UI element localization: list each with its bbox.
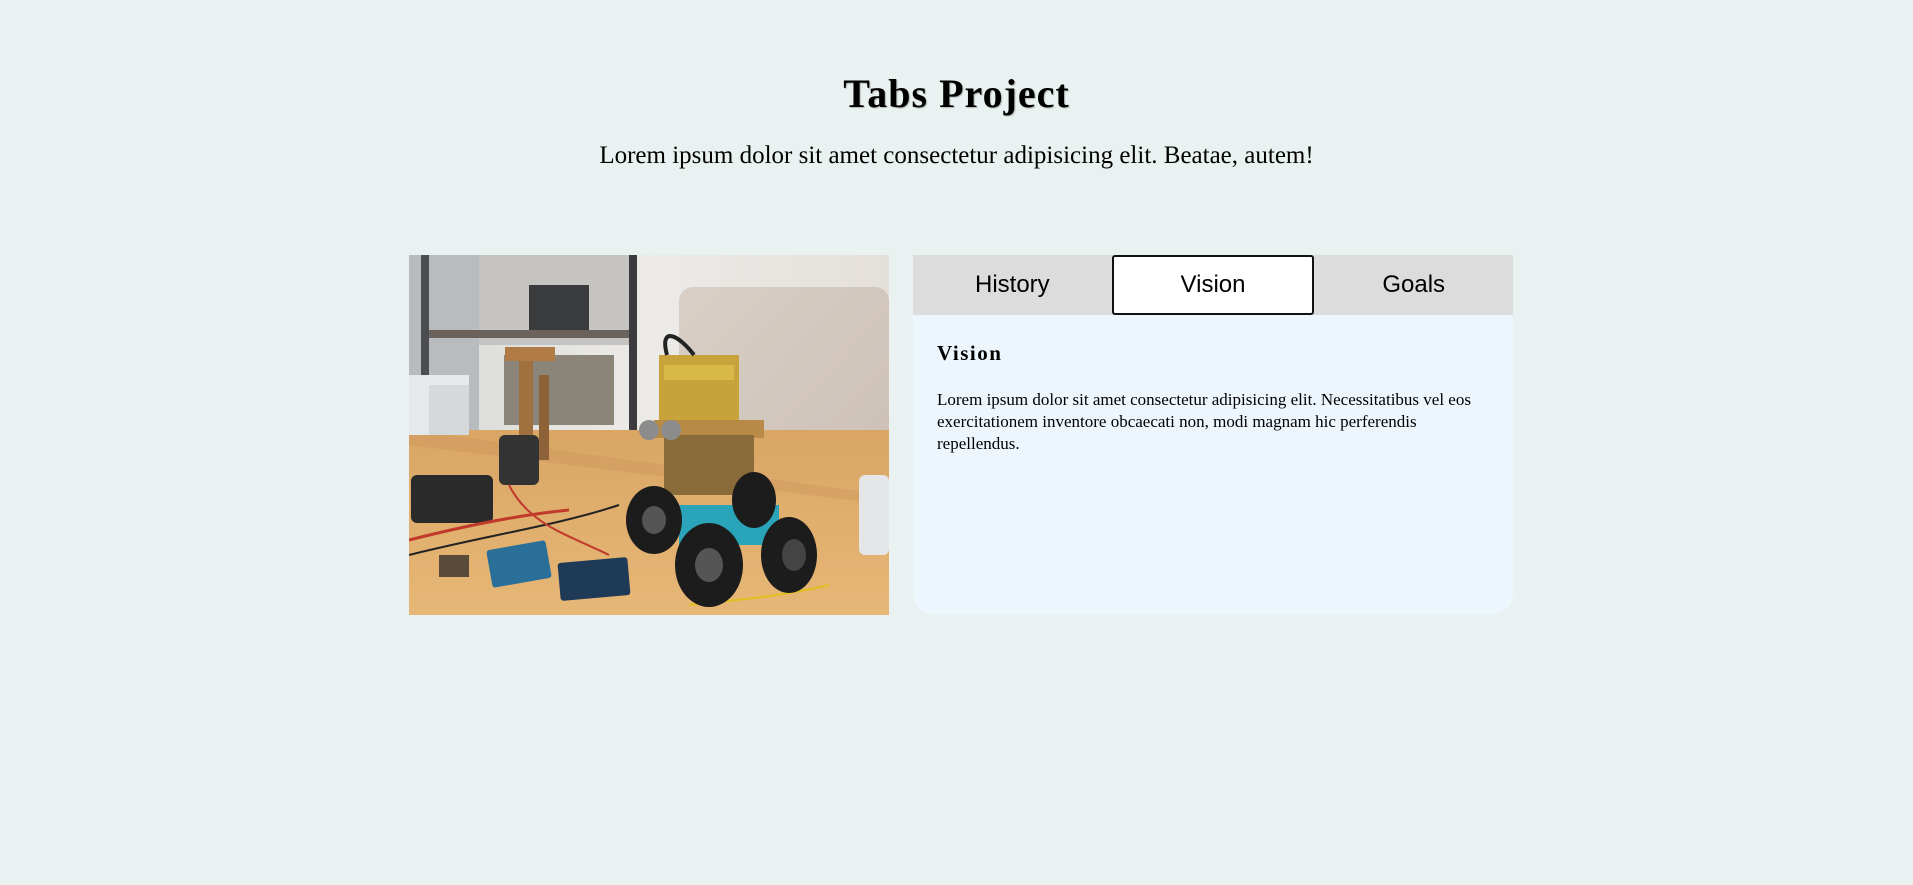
tab-bar: History Vision Goals <box>913 255 1513 315</box>
tab-goals[interactable]: Goals <box>1314 255 1513 315</box>
tab-history[interactable]: History <box>913 255 1112 315</box>
tabs-panel: History Vision Goals Vision Lorem ipsum … <box>913 255 1513 615</box>
tab-vision[interactable]: Vision <box>1111 255 1315 315</box>
robot-car-image <box>409 255 889 615</box>
tab-content-heading: Vision <box>937 341 1003 365</box>
page-title: Tabs Project <box>843 71 1070 116</box>
tab-content: Vision Lorem ipsum dolor sit amet consec… <box>913 315 1513 455</box>
tab-content-text: Lorem ipsum dolor sit amet consectetur a… <box>937 390 1471 453</box>
page-subtitle: Lorem ipsum dolor sit amet consectetur a… <box>599 142 1314 169</box>
